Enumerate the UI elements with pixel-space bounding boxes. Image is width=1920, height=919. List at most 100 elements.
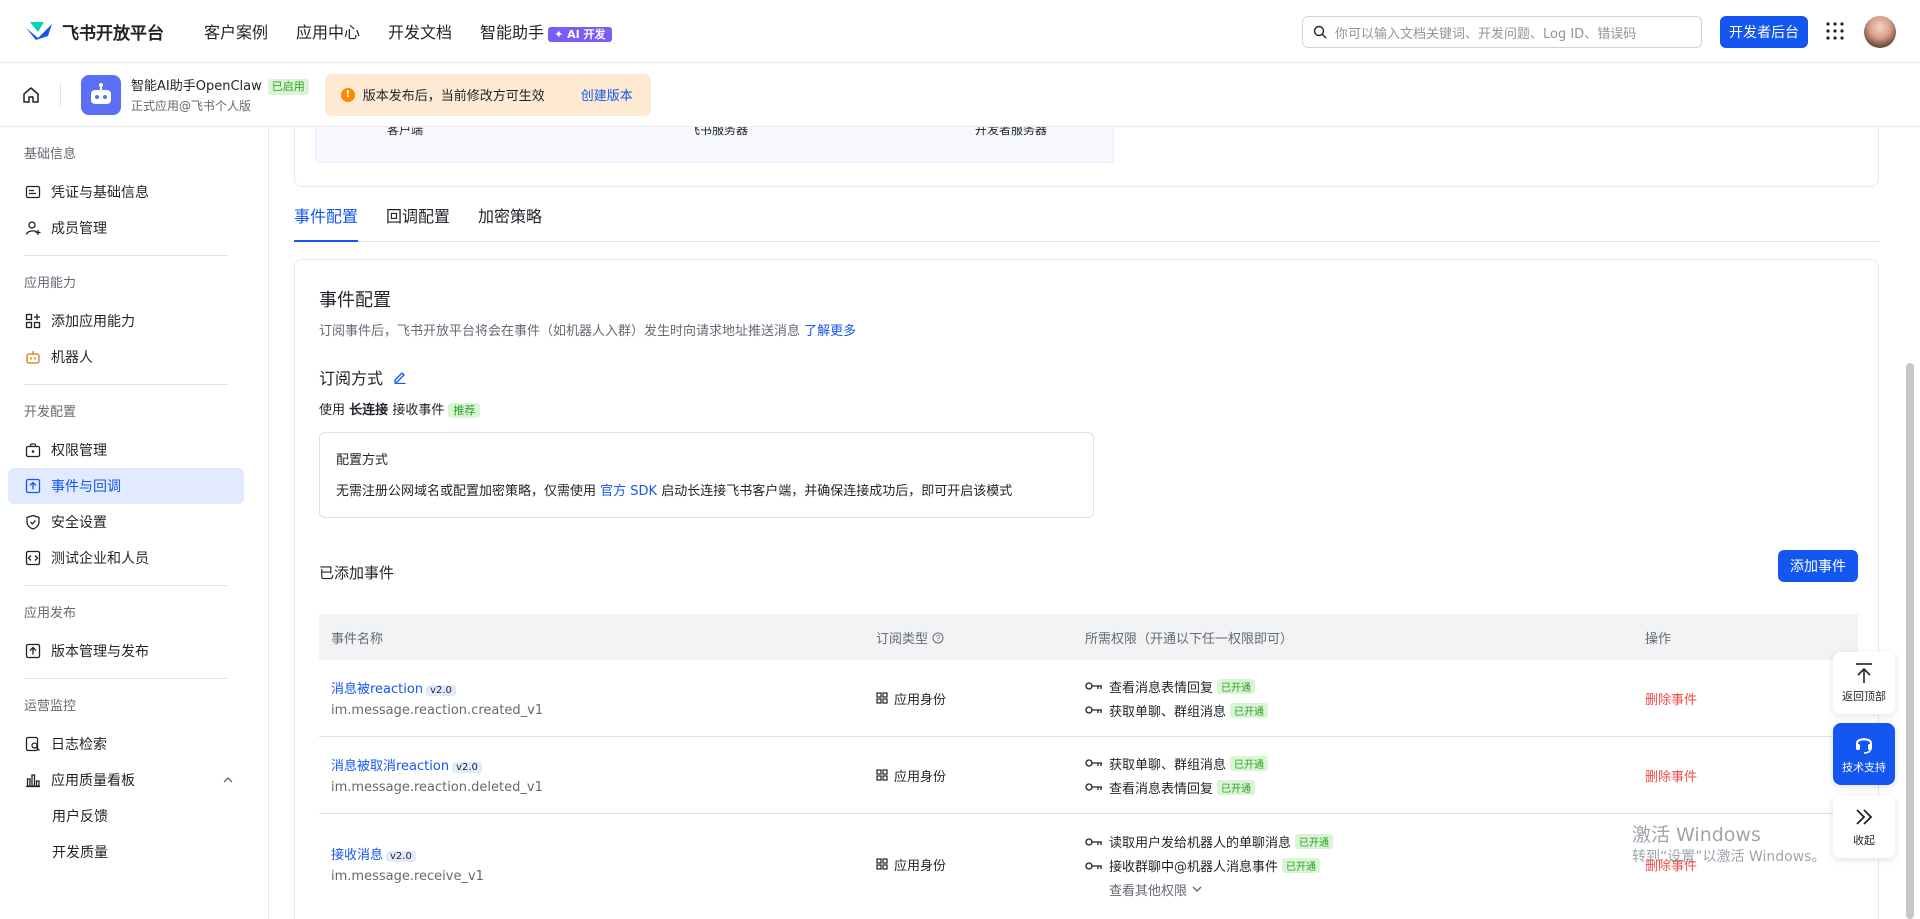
event-code: im.message.reaction.created_v1 <box>331 703 544 718</box>
table-row: 消息被取消reaction v2.0 im.message.reaction.del… <box>319 737 1858 814</box>
config-method-box: 配置方式 无需注册公网域名或配置加密策略，仅需使用 官方 SDK 启动长连接飞书… <box>319 432 1094 518</box>
app-header-bar: 智能AI助手OpenClaw 已启用 正式应用@飞书个人版 ! 版本发布后，当前修… <box>0 63 1920 127</box>
tab-event-config[interactable]: 事件配置 <box>294 204 359 242</box>
view-more-permissions[interactable]: 查看其他权限 <box>1085 880 1643 899</box>
app-grid-icon[interactable] <box>1826 22 1844 40</box>
permission-item: 获取单聊、群组消息 已开通 <box>1085 751 1643 775</box>
subscribe-type: 应用身份 <box>876 766 1085 785</box>
divider <box>24 255 228 256</box>
sidebar-item-label: 机器人 <box>51 350 93 366</box>
sidebar-item-user-feedback[interactable]: 用户反馈 <box>8 798 244 834</box>
sidebar-item-security[interactable]: 安全设置 <box>8 504 244 540</box>
event-icon <box>25 478 41 494</box>
search-placeholder: 你可以输入文档关键词、开发问题、Log ID、错误码 <box>1335 26 1637 42</box>
scrollbar[interactable] <box>1906 363 1914 919</box>
nav-customer-cases[interactable]: 客户案例 <box>204 19 268 43</box>
main-content: 客户端 飞书服务器 开发者服务器 事件配置 回调配置 加密策略 事件配置 订阅事… <box>269 127 1900 919</box>
official-sdk-link[interactable]: 官方 SDK <box>600 484 657 499</box>
shield-icon <box>26 514 40 530</box>
collapse-button[interactable]: 收起 <box>1833 796 1895 858</box>
tab-callback-config[interactable]: 回调配置 <box>386 204 450 242</box>
windows-activation-watermark: 激活 Windows 转到“设置”以激活 Windows。 <box>1632 824 1826 865</box>
sidebar-item-test-tenant[interactable]: 测试企业和人员 <box>8 540 244 576</box>
col-actions: 操作 <box>1645 631 1672 647</box>
sidebar-item-permissions[interactable]: 权限管理 <box>8 432 244 468</box>
add-event-button[interactable]: 添加事件 <box>1778 550 1858 582</box>
col-event-name: 事件名称 <box>331 631 384 647</box>
version-badge: v2.0 <box>452 762 482 773</box>
nav-app-center[interactable]: 应用中心 <box>296 19 360 43</box>
search-input[interactable]: 你可以输入文档关键词、开发问题、Log ID、错误码 <box>1302 16 1702 48</box>
permission-status-badge: 已开通 <box>1230 702 1269 718</box>
sidebar-section-title: 开发配置 <box>24 405 77 420</box>
sidebar-section-title: 应用能力 <box>24 276 77 291</box>
sidebar-item-credentials[interactable]: 凭证与基础信息 <box>8 174 244 210</box>
learn-more-link[interactable]: 了解更多 <box>804 324 856 339</box>
diagram-label-dev-server: 开发者服务器 <box>975 127 1048 137</box>
top-navbar: 飞书开放平台 客户案例 应用中心 开发文档 智能助手 ✦ AI 开发 你可以输入文… <box>0 0 1920 63</box>
credential-icon <box>25 185 41 199</box>
sidebar-item-log-search[interactable]: 日志检索 <box>8 726 244 762</box>
sidebar-item-add-capability[interactable]: 添加应用能力 <box>8 303 244 339</box>
table-row: 接收消息 v2.0 im.message.receive_v1 应用身份 读取用户发… <box>319 814 1858 914</box>
event-name-link[interactable]: 接收消息 <box>331 848 383 863</box>
sidebar-item-quality-board[interactable]: 应用质量看板 <box>8 762 244 798</box>
added-events-title: 已添加事件 <box>319 564 395 582</box>
tech-support-button[interactable]: 技术支持 <box>1833 723 1895 785</box>
upload-icon <box>25 643 41 659</box>
subscribe-type: 应用身份 <box>876 855 1085 874</box>
sidebar-item-label: 版本管理与发布 <box>51 644 149 660</box>
event-code: im.message.reaction.deleted_v1 <box>331 780 543 795</box>
home-icon[interactable] <box>22 86 40 104</box>
section-title: 事件配置 <box>319 290 391 311</box>
sidebar-item-label: 凭证与基础信息 <box>51 185 149 201</box>
edit-icon[interactable] <box>393 370 407 384</box>
sidebar-item-dev-quality[interactable]: 开发质量 <box>8 834 244 870</box>
sidebar-item-bot[interactable]: 机器人 <box>8 339 244 375</box>
back-to-top-button[interactable]: 返回顶部 <box>1833 652 1895 714</box>
sidebar-item-members[interactable]: 成员管理 <box>8 210 244 246</box>
permission-status-badge: 已开通 <box>1295 834 1334 849</box>
divider <box>24 678 228 679</box>
svg-text:?: ? <box>936 634 941 643</box>
chevron-up-icon[interactable] <box>222 774 234 786</box>
permission-item: 接收群聊中@机器人消息事件 已开通 <box>1085 854 1643 878</box>
user-avatar[interactable] <box>1864 16 1896 48</box>
permission-item: 读取用户发给机器人的单聊消息 已开通 <box>1085 830 1643 854</box>
sidebar-item-label: 开发质量 <box>52 845 108 861</box>
sidebar-section-title: 基础信息 <box>24 147 77 162</box>
key-icon <box>1085 861 1102 870</box>
subscribe-type: 应用身份 <box>876 689 1085 708</box>
delete-event-button[interactable]: 删除事件 <box>1645 693 1697 708</box>
app-subtitle: 正式应用@飞书个人版 <box>131 99 252 113</box>
version-notice: ! 版本发布后，当前修改方可生效 创建版本 <box>324 73 651 116</box>
nav-ai-assistant-label: 智能助手 <box>480 23 545 42</box>
sidebar-item-label: 应用质量看板 <box>51 773 135 789</box>
chevron-down-icon <box>1192 886 1202 892</box>
subscribe-mode-value: 使用 长连接 接收事件 推荐 <box>319 399 481 418</box>
help-icon[interactable]: ? <box>932 632 944 644</box>
permission-status-badge: 已开通 <box>1217 678 1256 694</box>
app-name: 智能AI助手OpenClaw <box>131 79 262 94</box>
sidebar-item-events-callbacks[interactable]: 事件与回调 <box>8 468 244 504</box>
divider <box>24 585 228 586</box>
permission-status-badge: 已开通 <box>1217 779 1256 795</box>
divider <box>24 384 228 385</box>
developer-console-button[interactable]: 开发者后台 <box>1720 16 1808 48</box>
key-icon <box>1085 682 1102 690</box>
create-version-link[interactable]: 创建版本 <box>581 85 633 104</box>
event-name-link[interactable]: 消息被取消reaction <box>331 759 449 774</box>
event-name-link[interactable]: 消息被reaction <box>331 682 423 697</box>
sidebar-item-version-release[interactable]: 版本管理与发布 <box>8 633 244 669</box>
bot-icon <box>26 351 40 364</box>
key-icon <box>1085 783 1102 791</box>
headset-icon <box>1856 738 1872 754</box>
brand-logo[interactable]: 飞书开放平台 <box>24 19 164 44</box>
delete-event-button[interactable]: 删除事件 <box>1645 770 1697 785</box>
subscribe-mode-label: 订阅方式 <box>319 369 384 388</box>
tab-encryption[interactable]: 加密策略 <box>478 204 542 242</box>
user-add-icon <box>25 221 41 235</box>
nav-dev-docs[interactable]: 开发文档 <box>388 19 452 43</box>
nav-ai-assistant[interactable]: 智能助手 ✦ AI 开发 <box>480 19 612 43</box>
recommended-badge: 推荐 <box>448 403 481 418</box>
